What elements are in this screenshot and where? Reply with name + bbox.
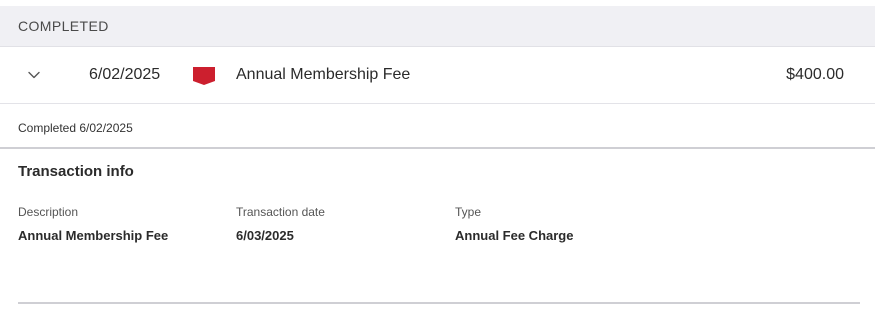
divider xyxy=(18,302,860,304)
section-title: COMPLETED xyxy=(18,18,109,34)
completed-status: Completed 6/02/2025 xyxy=(18,121,133,135)
info-label: Type xyxy=(455,205,482,219)
info-label: Description xyxy=(18,205,79,219)
info-field-transaction-date: Transaction date 6/03/2025 xyxy=(236,205,325,243)
red-card-icon xyxy=(193,67,215,85)
info-field-type: Type Annual Fee Charge xyxy=(455,205,573,243)
divider xyxy=(0,147,875,149)
chevron-down-icon[interactable] xyxy=(26,67,42,83)
transaction-row[interactable]: 6/02/2025 Annual Membership Fee $400.00 xyxy=(0,47,875,104)
info-field-description: Description Annual Membership Fee xyxy=(18,205,168,243)
info-value: Annual Membership Fee xyxy=(18,228,169,243)
transaction-amount: $400.00 xyxy=(786,66,844,83)
transaction-info-title: Transaction info xyxy=(18,163,134,180)
transaction-date: 6/02/2025 xyxy=(89,66,161,83)
info-value: Annual Fee Charge xyxy=(455,228,574,243)
info-value: 6/03/2025 xyxy=(236,228,294,243)
section-header: COMPLETED xyxy=(0,6,875,47)
transaction-description: Annual Membership Fee xyxy=(236,66,411,83)
info-label: Transaction date xyxy=(236,205,325,219)
